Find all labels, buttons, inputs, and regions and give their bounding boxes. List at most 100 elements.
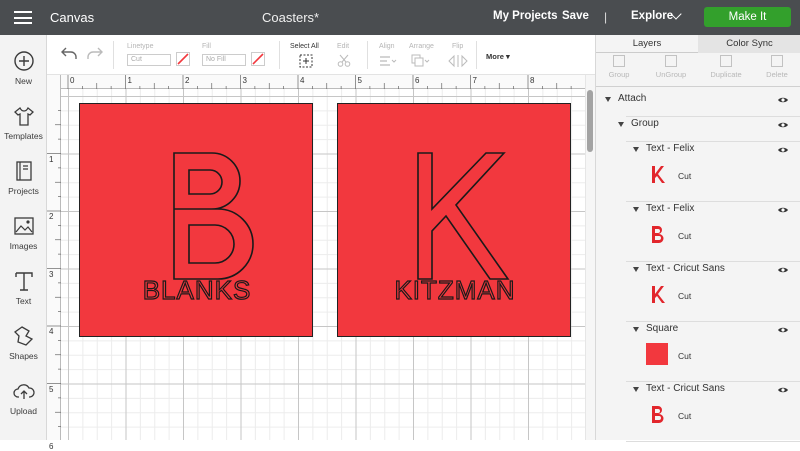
collapse-arrow-icon[interactable] [633,327,639,332]
ruler-label: 7 [472,76,477,85]
tab-layers[interactable]: Layers [596,35,698,53]
layer-divider [626,201,800,202]
redo-icon[interactable] [86,46,104,60]
collapse-arrow-icon[interactable] [633,387,639,392]
layer-tools: Group UnGroup Duplicate Delete [596,53,800,87]
group-icon [613,55,625,67]
layer-row[interactable]: Group [596,118,800,143]
arrange-icon[interactable] [411,54,431,68]
sidebar-item-shapes[interactable]: Shapes [0,325,47,361]
fill-select[interactable]: No Fill [202,54,246,66]
coaster-kitzman-name: KITZMAN [394,275,515,305]
design-canvas[interactable]: BLANKS KITZMAN [61,89,585,440]
eye-icon[interactable] [777,324,789,336]
layer-operation: Cut [678,411,692,421]
eye-icon[interactable] [777,119,789,131]
eye-icon[interactable] [777,264,789,276]
tab-color-sync[interactable]: Color Sync [698,35,800,53]
upload-cloud-icon [12,384,35,399]
sidebar-item-label: Images [9,241,38,251]
eye-icon[interactable] [777,384,789,396]
layer-thumbnail-icon [646,403,668,425]
collapse-arrow-icon[interactable] [633,207,639,212]
sidebar-item-text[interactable]: Text [0,270,47,306]
duplicate-icon [720,55,732,67]
ruler-label: 8 [530,76,535,85]
explore-menu[interactable]: Explore [631,10,673,22]
hamburger-menu-icon[interactable] [14,11,32,24]
ungroup-button[interactable]: UnGroup [651,55,691,79]
sidebar-item-label: New [14,76,32,86]
coaster-kitzman[interactable]: KITZMAN [337,103,571,337]
plus-circle-icon [13,51,34,71]
sidebar-item-new[interactable]: New [0,50,47,86]
sidebar-item-templates[interactable]: Templates [0,105,47,141]
collapse-arrow-icon[interactable] [633,267,639,272]
eye-icon[interactable] [777,144,789,156]
linetype-select[interactable]: Cut [127,54,171,66]
image-icon [13,217,34,235]
edit-label: Edit [337,43,350,50]
sidebar-item-upload[interactable]: Upload [0,380,47,416]
book-icon [15,161,32,181]
delete-button[interactable]: Delete [761,55,793,79]
layer-row[interactable]: Text - Cricut Sans Cut [596,263,800,323]
sidebar-item-label: Upload [10,406,37,416]
my-projects-link[interactable]: My Projects [493,10,558,22]
eye-icon[interactable] [777,204,789,216]
ruler-label: 1 [127,76,132,85]
toolbar-divider [476,41,477,69]
linetype-color-swatch-icon[interactable] [176,52,190,66]
layer-name: Square [646,323,679,334]
select-all-icon[interactable] [299,54,313,68]
layer-operation: Cut [678,351,692,361]
select-all-label[interactable]: Select All [290,43,319,50]
layer-operation: Cut [678,291,692,301]
ruler-label: 3 [242,76,247,85]
toolbar-divider [367,41,368,69]
coaster-blanks[interactable]: BLANKS [79,103,313,337]
scissors-icon[interactable] [337,54,353,68]
group-button[interactable]: Group [604,55,634,79]
layer-divider [626,116,800,117]
fill-color-swatch-icon[interactable] [251,52,265,66]
layer-row[interactable]: Square Cut [596,323,800,383]
ruler-label: 6 [49,442,54,451]
layer-divider [626,381,800,382]
edit-toolbar: Linetype Cut Fill No Fill Select All Edi… [47,35,595,75]
align-icon[interactable] [379,55,397,67]
more-menu[interactable]: More ▾ [486,52,510,61]
ruler-label: 3 [49,269,54,279]
layer-name: Text - Felix [646,203,695,214]
align-label: Align [379,43,395,50]
collapse-arrow-icon[interactable] [633,147,639,152]
layer-row[interactable]: Text - Felix Cut [596,143,800,203]
make-it-button[interactable]: Make It [704,7,791,27]
layer-row[interactable]: Text - Felix Cut [596,203,800,263]
sidebar-item-projects[interactable]: Projects [0,160,47,196]
undo-icon[interactable] [60,46,78,60]
ruler-label: 0 [70,76,75,85]
save-button[interactable]: Save [562,10,589,22]
layer-divider [626,321,800,322]
collapse-arrow-icon[interactable] [618,122,624,127]
layer-divider [626,261,800,262]
ungroup-label: UnGroup [655,70,687,79]
duplicate-button[interactable]: Duplicate [706,55,746,79]
eye-icon[interactable] [777,94,789,106]
canvas-scroll-thumb[interactable] [587,90,593,152]
layer-row[interactable]: Attach [596,93,800,118]
ruler-label: 6 [415,76,420,85]
sidebar-item-images[interactable]: Images [0,215,47,251]
ruler-label: 1 [49,154,54,164]
ruler-label: 4 [300,76,305,85]
top-bar: Canvas Coasters* My Projects Save | Expl… [0,0,800,35]
layer-row[interactable]: Text - Cricut Sans Cut [596,383,800,443]
layer-operation: Cut [678,171,692,181]
sidebar-item-label: Projects [8,186,39,196]
document-title[interactable]: Coasters* [262,10,319,25]
collapse-arrow-icon[interactable] [605,97,611,102]
flip-icon[interactable] [447,54,469,68]
layer-thumbnail-icon [646,163,668,185]
flip-label: Flip [452,43,464,50]
